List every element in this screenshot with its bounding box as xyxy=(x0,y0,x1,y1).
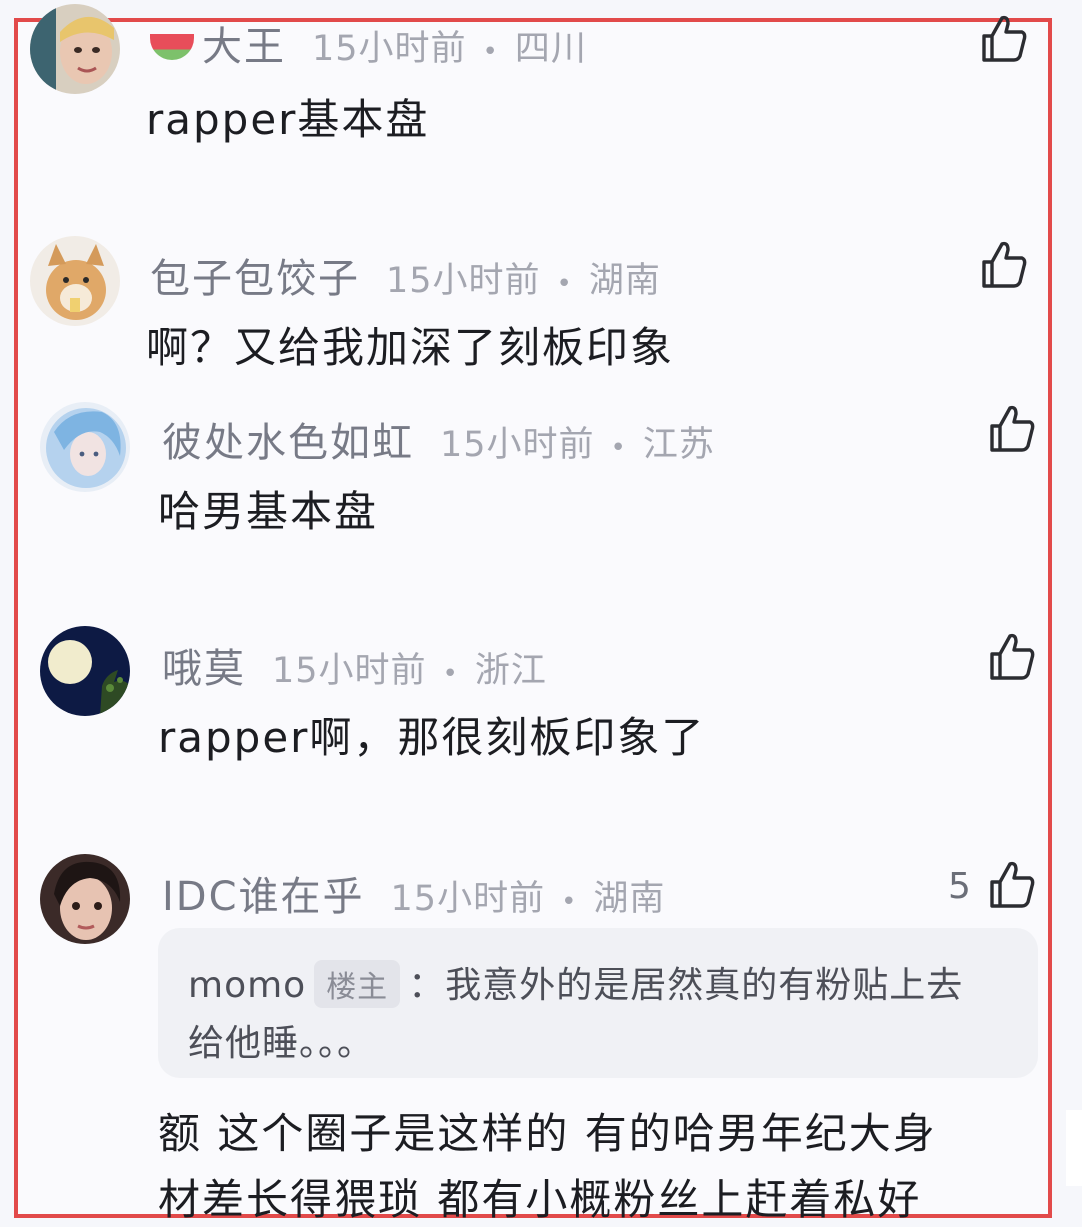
comment-region: 四川 xyxy=(514,29,587,69)
thumbs-up-icon[interactable] xyxy=(980,14,1028,64)
quote-text-2: 给他睡。。。 xyxy=(188,1023,375,1064)
avatar[interactable] xyxy=(30,4,120,94)
comment-text: 哈男基本盘 xyxy=(158,487,379,536)
thumbs-up-icon[interactable] xyxy=(988,632,1036,682)
comment-username[interactable]: IDC谁在乎 xyxy=(162,864,365,922)
thumbs-up-icon[interactable] xyxy=(980,240,1028,290)
comment-time: 15小时前 xyxy=(440,425,595,465)
separator-dot: • xyxy=(561,887,578,917)
comment-username[interactable]: 哦莫 xyxy=(162,636,246,694)
comment-username[interactable]: 彼处水色如虹 xyxy=(162,410,414,468)
avatar[interactable] xyxy=(40,402,130,492)
avatar[interactable] xyxy=(30,236,120,326)
like-count: 5 xyxy=(948,866,971,907)
comment-region: 湖南 xyxy=(593,879,666,919)
separator-dot: • xyxy=(442,659,459,689)
avatar[interactable] xyxy=(40,626,130,716)
watermelon-icon xyxy=(150,34,194,60)
separator-dot: • xyxy=(482,37,499,67)
avatar[interactable] xyxy=(40,854,130,944)
comment-region: 湖南 xyxy=(588,261,661,301)
separator-dot: • xyxy=(556,269,573,299)
quote-line-1: momo 楼主 ：我意外的是居然真的有粉贴上去 xyxy=(188,956,963,1008)
quote-author[interactable]: momo xyxy=(188,965,306,1006)
separator-dot: • xyxy=(610,433,627,463)
comment-region: 浙江 xyxy=(474,651,547,691)
comment-text-cut: 材差长得猥琐 都有小概粉丝上赶着私好 xyxy=(158,1175,922,1224)
comment-text: 额 这个圈子是这样的 有的哈男年纪大身 xyxy=(158,1109,937,1158)
thumbs-up-icon[interactable] xyxy=(988,860,1036,910)
comment-text: rapper基本盘 xyxy=(146,95,430,144)
comment-time: 15小时前 xyxy=(272,651,427,691)
comment-time: 15小时前 xyxy=(390,879,546,919)
quoted-reply[interactable]: momo 楼主 ：我意外的是居然真的有粉贴上去 给他睡。。。 xyxy=(158,928,1038,1078)
comment-username[interactable]: 大王 xyxy=(202,14,286,72)
thumbs-up-icon[interactable] xyxy=(988,404,1036,454)
page-edge xyxy=(1066,1110,1082,1186)
comment-region: 江苏 xyxy=(642,425,715,465)
comment-text: 啊？又给我加深了刻板印象 xyxy=(146,323,675,372)
comment-time: 15小时前 xyxy=(312,29,467,69)
comment-username[interactable]: 包子包饺子 xyxy=(150,246,360,304)
comment-text: rapper啊，那很刻板印象了 xyxy=(158,713,706,762)
op-badge: 楼主 xyxy=(314,960,401,1008)
comment-time: 15小时前 xyxy=(386,261,541,301)
quote-text-1: ：我意外的是居然真的有粉贴上去 xyxy=(408,965,964,1006)
